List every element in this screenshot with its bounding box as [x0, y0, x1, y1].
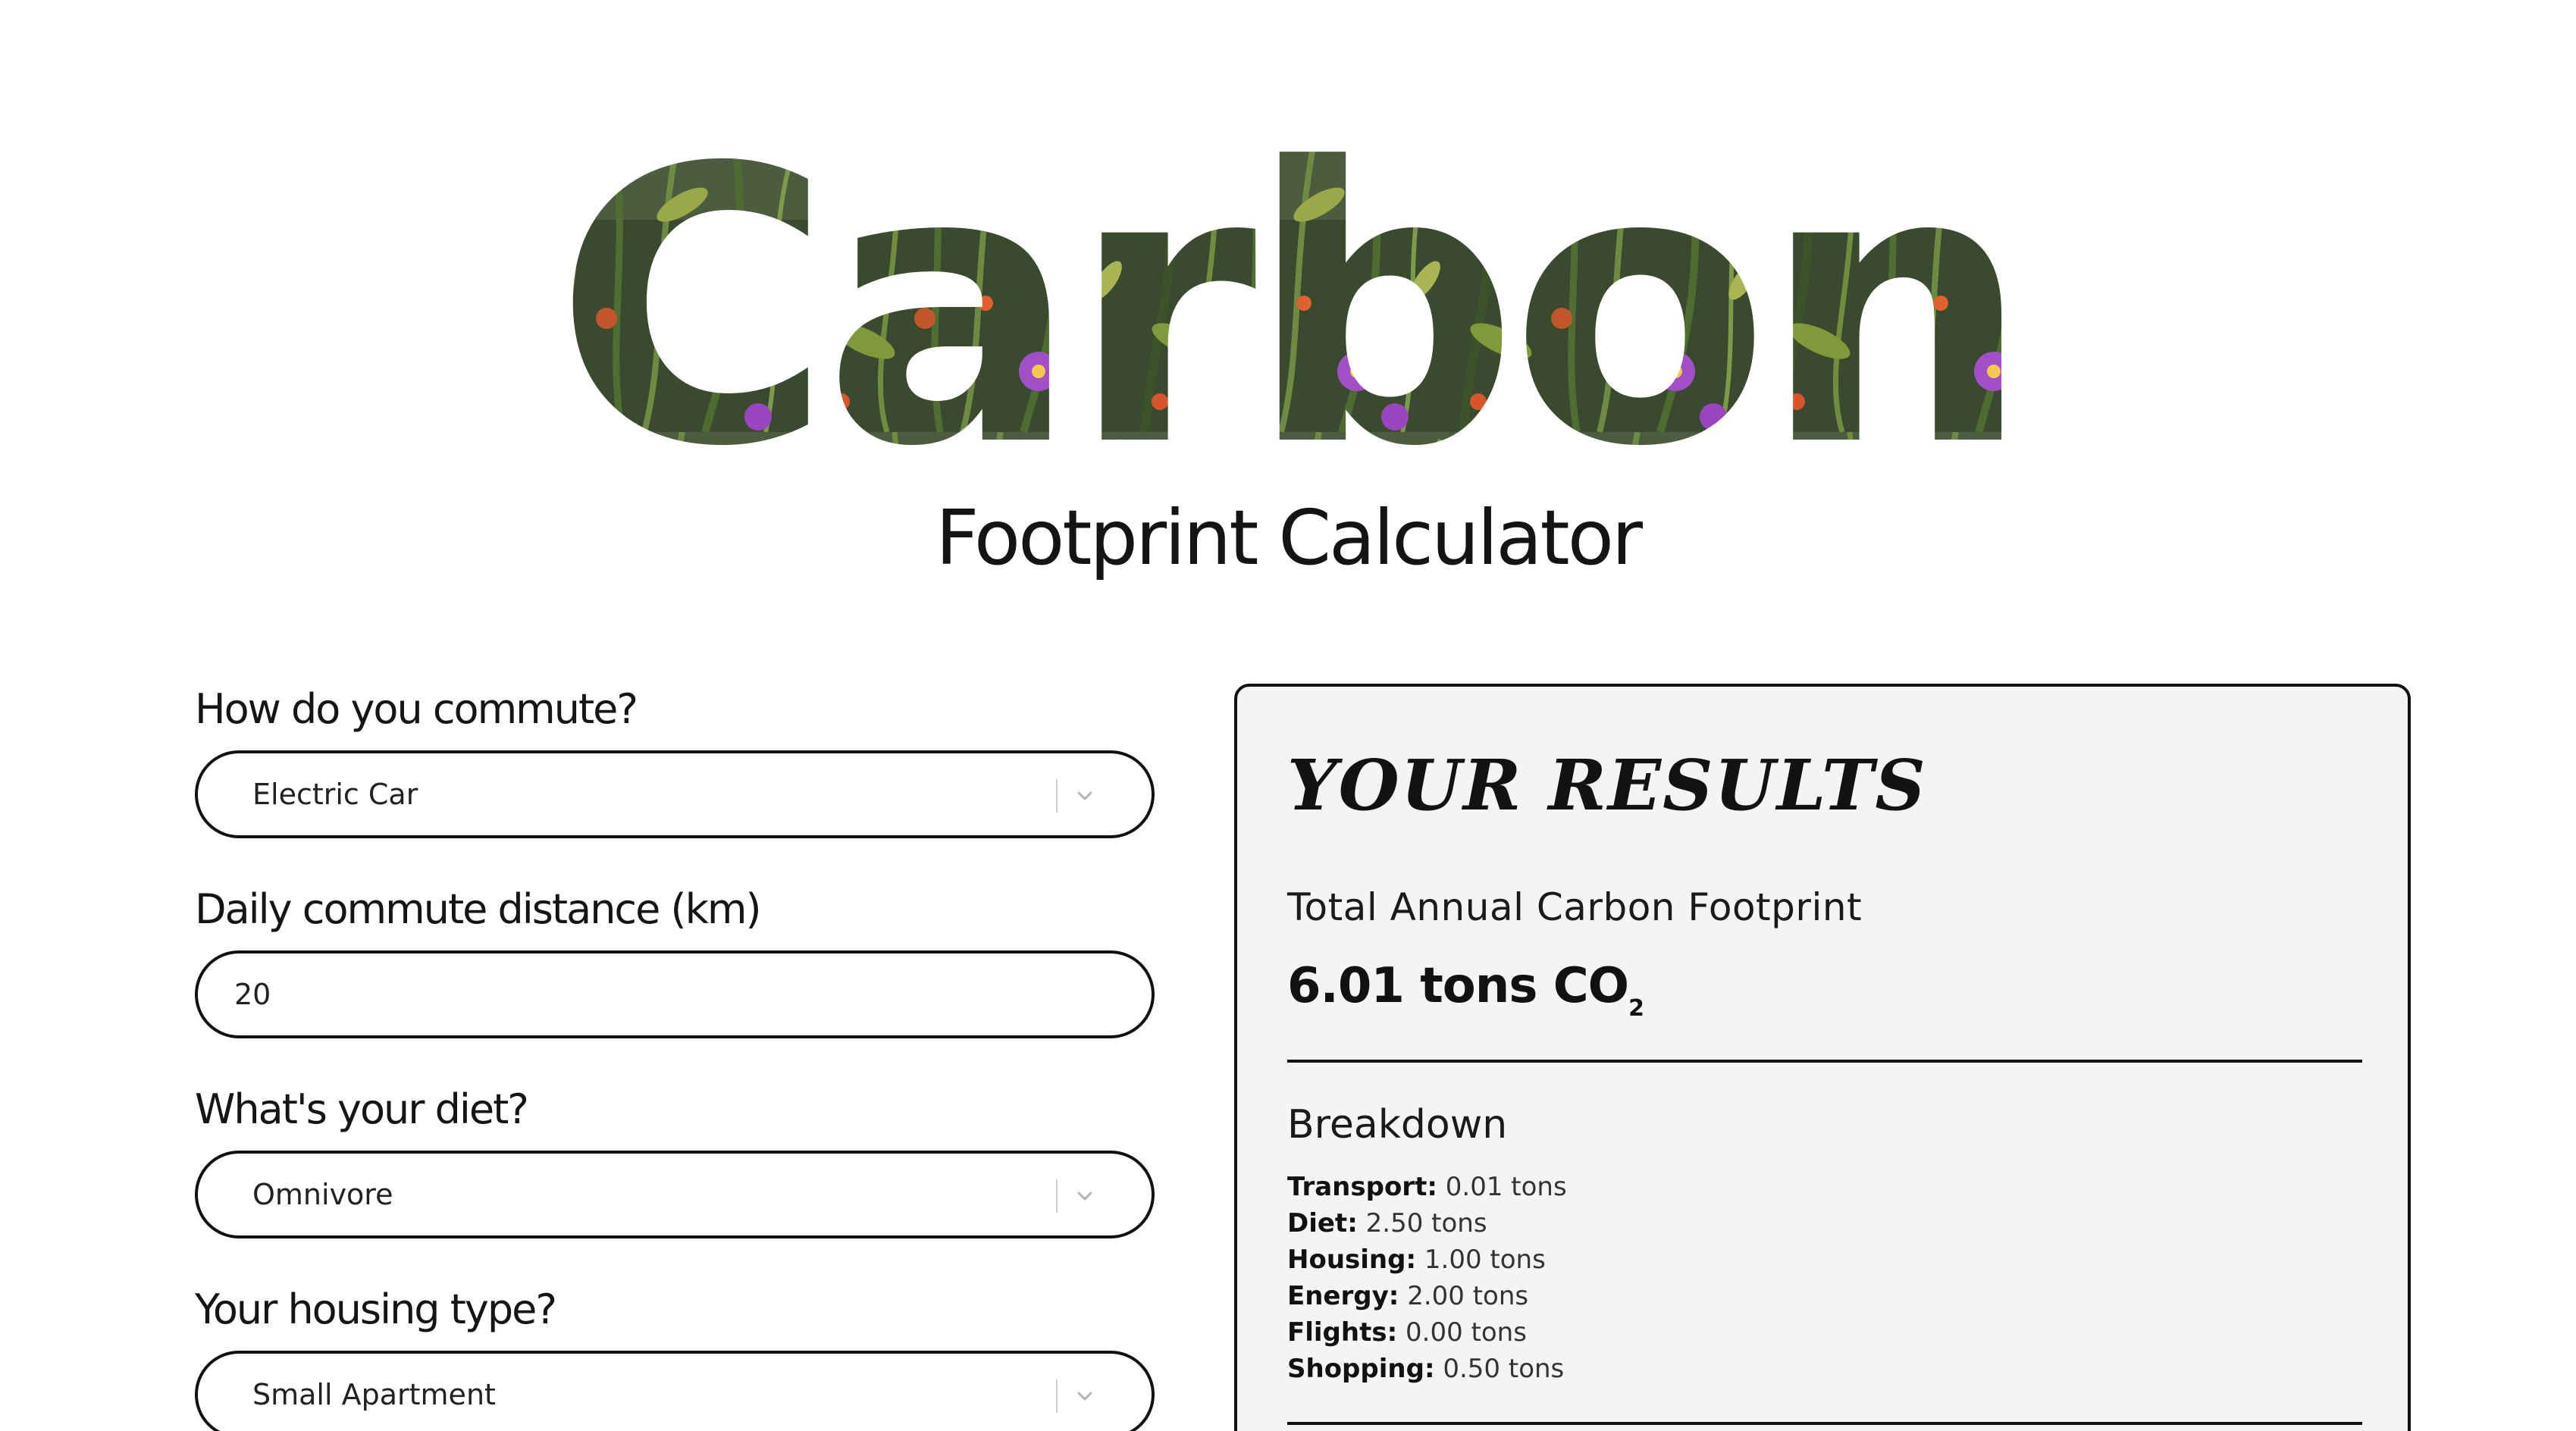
distance-input-value: 20: [234, 978, 271, 1011]
chevron-down-icon[interactable]: [1073, 1184, 1097, 1208]
distance-input[interactable]: 20: [195, 950, 1155, 1038]
co2-subscript: 2: [1628, 995, 1644, 1022]
breakdown-value: 2.00 tons: [1407, 1281, 1529, 1311]
breakdown-item-energy: Energy: 2.00 tons: [1287, 1281, 1529, 1311]
breakdown-item-housing: Housing: 1.00 tons: [1287, 1245, 1546, 1275]
page: Carbon Footprint Calculator How do you c…: [0, 0, 2576, 1431]
breakdown-item-transport: Transport: 0.01 tons: [1287, 1172, 1567, 1202]
breakdown-label: Transport: [1287, 1172, 1427, 1202]
breakdown-value: 0.01 tons: [1445, 1172, 1567, 1202]
hero-title: Carbon: [0, 114, 2576, 462]
results-title: YOUR RESULTS: [1287, 744, 1927, 826]
breakdown-value: 0.50 tons: [1443, 1354, 1565, 1384]
select-separator: [1056, 1179, 1058, 1213]
distance-field: Daily commute distance (km) 20: [195, 882, 1155, 1038]
chevron-down-icon[interactable]: [1073, 784, 1097, 808]
breakdown-label: Diet: [1287, 1208, 1348, 1238]
diet-select-value: Omnivore: [252, 1178, 393, 1211]
divider: [1287, 1422, 2362, 1425]
chevron-down-icon[interactable]: [1073, 1384, 1097, 1408]
diet-label: What's your diet?: [195, 1085, 529, 1133]
housing-field: Your housing type? Small Apartment: [195, 1282, 1155, 1431]
breakdown-item-diet: Diet: 2.50 tons: [1287, 1208, 1487, 1238]
breakdown-item-shopping: Shopping: 0.50 tons: [1287, 1354, 1565, 1384]
breakdown-label: Energy: [1287, 1281, 1389, 1311]
commute-select-value: Electric Car: [252, 778, 418, 811]
breakdown-value: 0.00 tons: [1406, 1317, 1527, 1348]
calculator-form: How do you commute? Electric Car Daily c…: [195, 682, 1155, 1431]
hero-title-text: Carbon: [554, 114, 2022, 462]
breakdown-title: Breakdown: [1287, 1102, 1508, 1148]
commute-label: How do you commute?: [195, 685, 638, 733]
breakdown-value: 1.00 tons: [1424, 1245, 1546, 1275]
diet-field: What's your diet? Omnivore: [195, 1082, 1155, 1238]
breakdown-label: Shopping: [1287, 1354, 1424, 1384]
total-footprint-label: Total Annual Carbon Footprint: [1287, 885, 1863, 929]
housing-select[interactable]: Small Apartment: [195, 1351, 1155, 1431]
breakdown-value: 2.50 tons: [1365, 1208, 1487, 1238]
distance-label: Daily commute distance (km): [195, 885, 762, 933]
divider: [1287, 1060, 2362, 1063]
breakdown-item-flights: Flights: 0.00 tons: [1287, 1317, 1527, 1348]
select-separator: [1056, 779, 1058, 813]
total-footprint-number: 6.01 tons CO: [1287, 958, 1629, 1014]
housing-label: Your housing type?: [195, 1285, 557, 1333]
breakdown-label: Flights: [1287, 1317, 1387, 1348]
commute-field: How do you commute? Electric Car: [195, 682, 1155, 838]
diet-select[interactable]: Omnivore: [195, 1151, 1155, 1238]
page-subtitle: Footprint Calculator: [935, 493, 1643, 582]
housing-select-value: Small Apartment: [252, 1378, 496, 1411]
commute-select[interactable]: Electric Car: [195, 750, 1155, 838]
breakdown-list: Transport: 0.01 tons Diet: 2.50 tons Hou…: [1287, 1169, 1567, 1387]
select-separator: [1056, 1379, 1058, 1413]
breakdown-label: Housing: [1287, 1245, 1406, 1275]
results-panel: YOUR RESULTS Total Annual Carbon Footpri…: [1234, 684, 2411, 1431]
total-footprint-value: 6.01 tons CO2: [1287, 958, 1644, 1022]
hero-title-graphic: Carbon: [554, 114, 2031, 462]
